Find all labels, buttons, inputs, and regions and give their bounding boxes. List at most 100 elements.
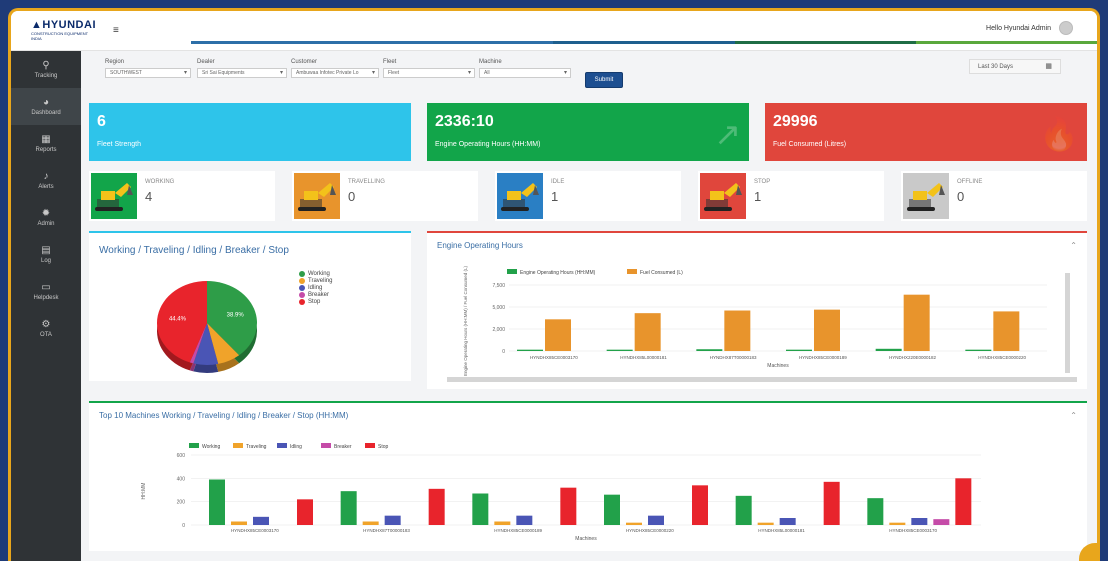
- bar-engine-hours: [517, 349, 543, 351]
- header-color-strip: [191, 41, 1097, 44]
- sidebar-item-reports[interactable]: ▦ Reports: [11, 125, 81, 162]
- sidebar-item-tracking[interactable]: ⚲ Tracking: [11, 51, 81, 88]
- kpi-engine-hours[interactable]: 2336:10 Engine Operating Hours (HH:MM) ↗: [427, 103, 749, 161]
- status-card-travelling[interactable]: TRAVELLING 0: [292, 171, 478, 221]
- legend-label: Engine Operating Hours (HH:MM): [520, 270, 596, 276]
- engine-hours-panel: Engine Operating Hours ⌃ Engine Operatin…: [427, 231, 1087, 389]
- hamburger-icon[interactable]: ≡: [113, 25, 119, 36]
- pie-data-label: 38.9%: [227, 312, 245, 318]
- collapse-icon[interactable]: ⌃: [1070, 241, 1077, 250]
- y-axis-label: Engine Operating Hours (HH:MM) / Fuel Co…: [463, 265, 468, 376]
- bar-engine-hours: [606, 349, 633, 351]
- sidebar-item-alerts[interactable]: ♪ Alerts: [11, 162, 81, 199]
- status-label: IDLE: [551, 179, 565, 185]
- region-select[interactable]: SOUTHWEST: [105, 68, 191, 78]
- fleet-select[interactable]: Fleet: [383, 68, 475, 78]
- bar-engine-hours: [786, 349, 812, 351]
- legend-label: Breaker: [308, 292, 330, 298]
- bar-working: [209, 479, 225, 525]
- x-tick-label: HYNDHX85L00000181: [620, 355, 667, 360]
- sidebar-item-label: OTA: [40, 332, 52, 338]
- dashboard-icon: ◕: [42, 97, 50, 108]
- status-label: STOP: [754, 179, 771, 185]
- legend-marker: [321, 443, 331, 448]
- legend-item[interactable]: Idling: [299, 285, 332, 291]
- avatar[interactable]: [1059, 21, 1073, 35]
- calendar-icon: ▦: [1045, 63, 1052, 70]
- hyundai-logo[interactable]: ▲HYUNDAI CONSTRUCTION EQUIPMENT INDIA: [31, 19, 96, 41]
- sidebar: ⚲ Tracking ◕ Dashboard ▦ Reports ♪ Alerts ✹ A…: [11, 51, 81, 561]
- region-label: Region: [105, 59, 125, 65]
- status-card-idle[interactable]: IDLE 1: [495, 171, 681, 221]
- legend-item[interactable]: Breaker: [299, 292, 332, 298]
- legend-label: Traveling: [246, 444, 267, 450]
- sidebar-item-dashboard[interactable]: ◕ Dashboard: [11, 88, 81, 125]
- y-tick-label: 0: [502, 349, 505, 355]
- customer-filter: Customer Ambuwaa Infotec Private Lo: [291, 59, 379, 78]
- bar-traveling: [362, 521, 379, 525]
- top10-panel: Top 10 Machines Working / Traveling / Id…: [89, 401, 1087, 551]
- sidebar-item-ota[interactable]: ⚙ OTA: [11, 310, 81, 347]
- bar-fuel: [814, 309, 840, 351]
- bar-fuel: [993, 311, 1020, 351]
- dealer-select[interactable]: Sri Sai Equipments: [197, 68, 287, 78]
- bar-engine-hours: [965, 349, 992, 351]
- kpi-fuel-consumed[interactable]: 29996 Fuel Consumed (Litres) 🔥: [765, 103, 1087, 161]
- legend-marker: [277, 443, 287, 448]
- bar-engine-hours: [875, 348, 902, 351]
- sidebar-item-helpdesk[interactable]: ▭ Helpdesk: [11, 273, 81, 310]
- x-axis-label: Machines: [767, 363, 789, 369]
- date-range-label: Last 30 Days: [978, 64, 1014, 70]
- legend-marker: [627, 269, 637, 274]
- legend-item[interactable]: Working: [299, 271, 332, 277]
- logo-brand: ▲HYUNDAI: [31, 19, 96, 31]
- sidebar-item-admin[interactable]: ✹ Admin: [11, 199, 81, 236]
- bar-working: [735, 495, 752, 525]
- sidebar-item-log[interactable]: ▤ Log: [11, 236, 81, 273]
- bar-fuel: [724, 310, 751, 351]
- legend-item[interactable]: Traveling: [299, 278, 332, 284]
- y-tick-label: 0: [182, 523, 185, 529]
- bar-stop: [955, 478, 972, 525]
- bar-idling: [911, 518, 928, 525]
- main-content: Region SOUTHWEST Dealer Sri Sai Equipmen…: [81, 51, 1097, 561]
- excavator-icon: [294, 173, 340, 219]
- customer-select[interactable]: Ambuwaa Infotec Private Lo: [291, 68, 379, 78]
- excavator-icon: [91, 173, 137, 219]
- status-card-offline[interactable]: OFFLINE 0: [901, 171, 1087, 221]
- excavator-icon: [497, 173, 543, 219]
- sidebar-item-label: Admin: [37, 221, 55, 227]
- bar-idling: [779, 518, 796, 525]
- status-card-stop[interactable]: STOP 1: [698, 171, 884, 221]
- legend-marker: [365, 443, 375, 448]
- dealer-label: Dealer: [197, 59, 215, 65]
- status-card-working[interactable]: WORKING 4: [89, 171, 275, 221]
- customer-label: Customer: [291, 59, 318, 65]
- top-bar: ▲HYUNDAI CONSTRUCTION EQUIPMENT INDIA ≡ …: [11, 11, 1097, 51]
- kpi-fleet-strength[interactable]: 6 Fleet Strength: [89, 103, 411, 161]
- bar-traveling: [494, 521, 511, 525]
- legend-item[interactable]: Stop: [299, 299, 332, 305]
- legend-label: Stop: [378, 444, 389, 450]
- y-tick-label: 600: [177, 453, 186, 459]
- submit-button[interactable]: Submit: [585, 72, 623, 88]
- x-tick-label: HYNDHX85CE0000220: [978, 355, 1026, 360]
- pie-panel-title: Working / Traveling / Idling / Breaker /…: [99, 245, 289, 256]
- kpi-value: 6: [97, 113, 106, 130]
- user-menu[interactable]: Hello Hyundai Admin: [986, 21, 1073, 35]
- gear-icon: ✹: [41, 208, 51, 219]
- machine-select[interactable]: All: [479, 68, 571, 78]
- legend-label: Breaker: [334, 444, 352, 450]
- y-tick-label: 200: [177, 500, 186, 506]
- collapse-icon[interactable]: ⌃: [1070, 411, 1077, 420]
- logo-sub-line-2: INDIA: [31, 36, 42, 41]
- date-range-picker[interactable]: Last 30 Days ▦: [969, 59, 1061, 74]
- engine-panel-title: Engine Operating Hours: [437, 241, 523, 250]
- machine-label: Machine: [479, 59, 502, 65]
- bar-fuel: [545, 319, 571, 351]
- bar-fuel: [903, 294, 930, 351]
- bar-stop: [560, 487, 577, 525]
- y-tick-label: 5,000: [492, 305, 505, 311]
- bar-stop: [692, 485, 708, 525]
- bar-stop: [297, 499, 313, 525]
